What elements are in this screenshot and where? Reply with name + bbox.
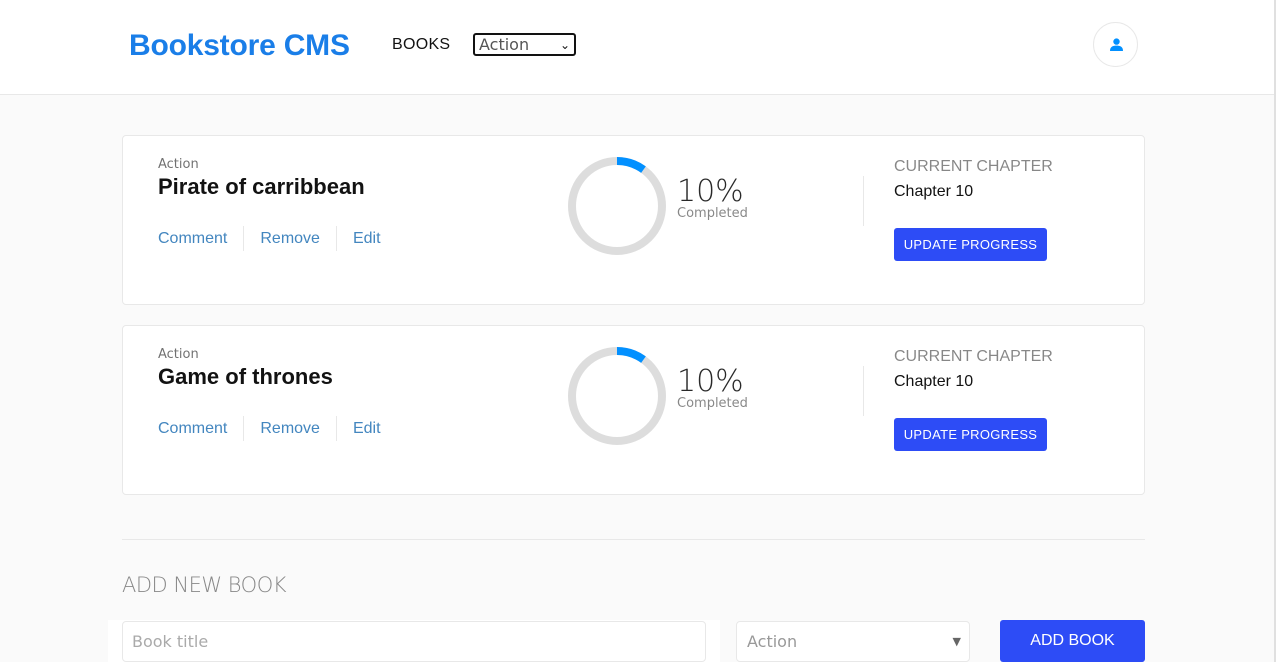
book-title: Pirate of carribbean (158, 174, 365, 199)
logo[interactable]: Bookstore CMS (129, 29, 350, 63)
divider (335, 416, 337, 441)
remove-button[interactable]: Remove (260, 230, 320, 248)
book-genre: Action (158, 347, 199, 362)
add-book-heading: ADD NEW BOOK (122, 573, 287, 597)
genre-select-value: Action (747, 632, 798, 651)
nav-books-link[interactable]: BOOKS (392, 36, 450, 54)
update-progress-button[interactable]: UPDATE PROGRESS (894, 418, 1047, 451)
book-title-input[interactable] (122, 621, 706, 662)
divider (243, 226, 245, 251)
progress-label: Completed (677, 396, 748, 411)
comment-button[interactable]: Comment (158, 230, 227, 248)
vertical-divider (863, 176, 864, 226)
book-title: Game of thrones (158, 364, 333, 389)
edit-button[interactable]: Edit (353, 420, 381, 438)
chevron-down-icon: ▼ (952, 635, 961, 648)
comment-button[interactable]: Comment (158, 420, 227, 438)
progress-percent: 10% (677, 364, 744, 399)
chevron-down-icon: ⌄ (559, 38, 570, 52)
update-progress-button[interactable]: UPDATE PROGRESS (894, 228, 1047, 261)
user-icon (1110, 38, 1123, 51)
progress-label: Completed (677, 206, 748, 221)
section-divider (122, 539, 1145, 540)
book-card: Action Pirate of carribbean Comment Remo… (122, 135, 1145, 305)
category-filter-select[interactable]: Action ⌄ (473, 33, 576, 56)
progress-ring (568, 347, 666, 445)
book-card: Action Game of thrones Comment Remove Ed… (122, 325, 1145, 495)
divider (243, 416, 245, 441)
genre-select[interactable]: Action ▼ (736, 621, 970, 662)
add-book-button[interactable]: ADD BOOK (1000, 620, 1145, 662)
header: Bookstore CMS BOOKS Action ⌄ (0, 0, 1274, 95)
edit-button[interactable]: Edit (353, 230, 381, 248)
progress-percent: 10% (677, 174, 744, 209)
book-actions: Comment Remove Edit (158, 226, 381, 251)
user-avatar-button[interactable] (1093, 22, 1138, 67)
current-chapter-label: CURRENT CHAPTER (894, 158, 1053, 175)
progress-ring (568, 157, 666, 255)
book-actions: Comment Remove Edit (158, 416, 381, 441)
remove-button[interactable]: Remove (260, 420, 320, 438)
current-chapter-value: Chapter 10 (894, 183, 974, 200)
book-genre: Action (158, 157, 199, 172)
category-filter-value: Action (479, 35, 530, 54)
current-chapter-value: Chapter 10 (894, 373, 974, 390)
vertical-divider (863, 366, 864, 416)
divider (335, 226, 337, 251)
current-chapter-label: CURRENT CHAPTER (894, 348, 1053, 365)
